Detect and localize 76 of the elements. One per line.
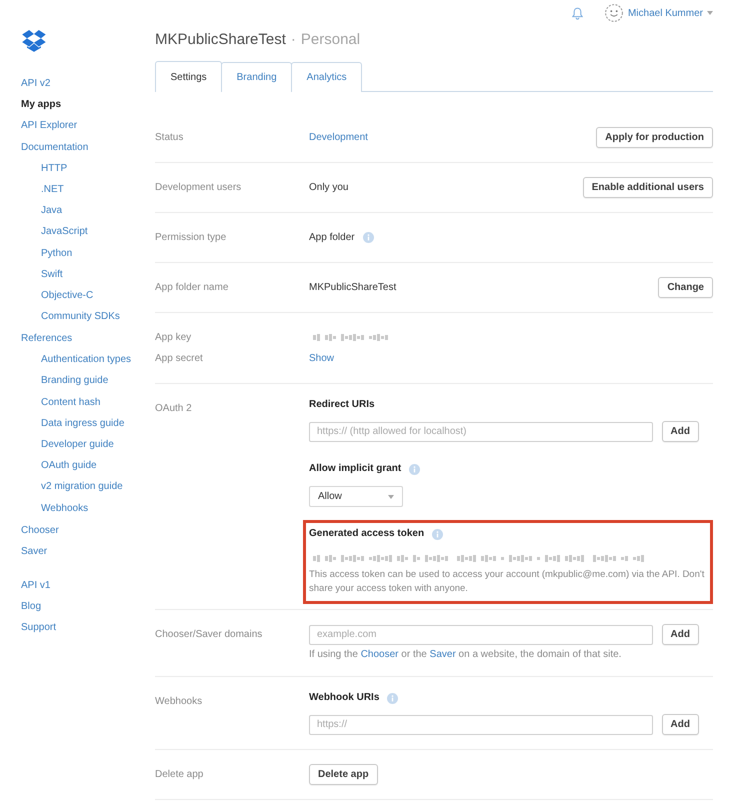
setting-label: OAuth 2 (155, 402, 192, 416)
nav-sublink[interactable]: Java (41, 204, 62, 218)
info-icon[interactable] (362, 232, 374, 243)
nav-sublink[interactable]: HTTP (41, 162, 68, 175)
caret-icon (707, 11, 713, 15)
bell-icon[interactable] (572, 6, 583, 20)
nav-link[interactable]: Saver (21, 544, 48, 558)
inline-link[interactable]: Saver (430, 649, 456, 660)
section-heading: Allow implicit grant (309, 462, 402, 476)
user-menu-button[interactable]: Michael Kummer (628, 8, 713, 18)
nav-sublink[interactable]: v2 migration guide (41, 480, 123, 494)
action-button[interactable]: Enable additional users (582, 177, 713, 198)
info-icon[interactable] (387, 692, 398, 704)
nav-link[interactable]: Documentation (21, 140, 88, 154)
add-button[interactable]: Add (662, 421, 699, 442)
nav-sublink[interactable]: JavaScript (41, 225, 88, 238)
nav-sublink[interactable]: .NET (41, 182, 64, 196)
nav-link[interactable]: Support (21, 621, 56, 634)
section-heading: Redirect URIs (309, 398, 375, 412)
nav-sublink[interactable]: Branding guide (41, 374, 108, 388)
nav-link[interactable]: API Explorer (21, 119, 78, 132)
value-link[interactable]: Development (309, 130, 368, 144)
nav-link[interactable]: Chooser (21, 524, 59, 537)
value-text: MKPublicShareTest (309, 280, 396, 294)
nav-sublink[interactable]: Community SDKs (41, 310, 120, 324)
nav-sublink[interactable]: Data ingress guide (41, 416, 124, 430)
nav-sublink[interactable]: Python (41, 246, 72, 260)
value-link[interactable]: Show (309, 352, 334, 366)
action-button[interactable]: Apply for production (596, 127, 713, 148)
app-title: MKPublicShareTest (155, 31, 286, 49)
caret-icon (388, 494, 394, 498)
dropdown[interactable]: Allow (309, 486, 403, 507)
nav-sublink[interactable]: Content hash (41, 396, 100, 409)
text-field[interactable]: https:// (http allowed for localhost) (309, 422, 653, 442)
tab[interactable]: Analytics (291, 62, 362, 92)
help-text: If using the Chooser or the Saver on a website, the domain of that site. (309, 648, 622, 662)
nav-sublink[interactable]: OAuth guide (41, 459, 97, 472)
add-button[interactable]: Add (662, 714, 699, 735)
setting-label: Delete app (155, 768, 204, 782)
action-button[interactable]: Delete app (309, 764, 378, 785)
value-text: App folder (309, 230, 355, 244)
text-field[interactable]: https:// (309, 714, 653, 734)
add-button[interactable]: Add (662, 624, 699, 645)
nav-link[interactable]: API v1 (21, 578, 50, 592)
setting-label: Chooser/Saver domains (155, 628, 262, 642)
nav-link[interactable]: Blog (21, 600, 42, 613)
plan-label: Personal (300, 31, 360, 49)
setting-label: Development users (155, 180, 242, 194)
value-text: Only you (309, 180, 348, 194)
section-heading: Generated access token (309, 527, 424, 541)
info-icon[interactable] (432, 528, 444, 540)
setting-label: App key (155, 330, 192, 344)
tab[interactable]: Settings (155, 61, 222, 92)
nav-sublink[interactable]: Swift (41, 268, 63, 281)
nav-sublink[interactable]: Webhooks (41, 502, 88, 515)
setting-label: Webhooks (155, 694, 202, 708)
setting-label: Permission type (155, 230, 226, 244)
nav-link[interactable]: API v2 (21, 77, 50, 90)
logo-icon[interactable] (22, 30, 46, 52)
nav-sublink[interactable]: Authentication types (41, 353, 132, 366)
info-icon[interactable] (409, 464, 420, 474)
nav-link[interactable]: References (21, 332, 72, 346)
action-button[interactable]: Change (658, 277, 713, 298)
smiley-avatar-icon[interactable] (604, 4, 623, 22)
tab[interactable]: Branding (221, 62, 292, 92)
setting-label: App folder name (155, 280, 228, 294)
nav-sublink[interactable]: Developer guide (41, 438, 114, 451)
section-heading: Webhook URIs (309, 691, 380, 705)
inline-link[interactable]: Chooser (360, 649, 399, 660)
nav-sublink[interactable]: Objective-C (41, 288, 94, 302)
setting-label: Status (155, 130, 184, 144)
title-separator: · (290, 31, 296, 49)
text-field[interactable]: example.com (309, 624, 653, 644)
help-text: This access token can be used to access your account (mkpublic@me.com) via the API. Don't share your access token with anyone. (309, 568, 706, 596)
nav-link[interactable]: My apps (21, 98, 62, 112)
setting-label: App secret (155, 352, 203, 366)
